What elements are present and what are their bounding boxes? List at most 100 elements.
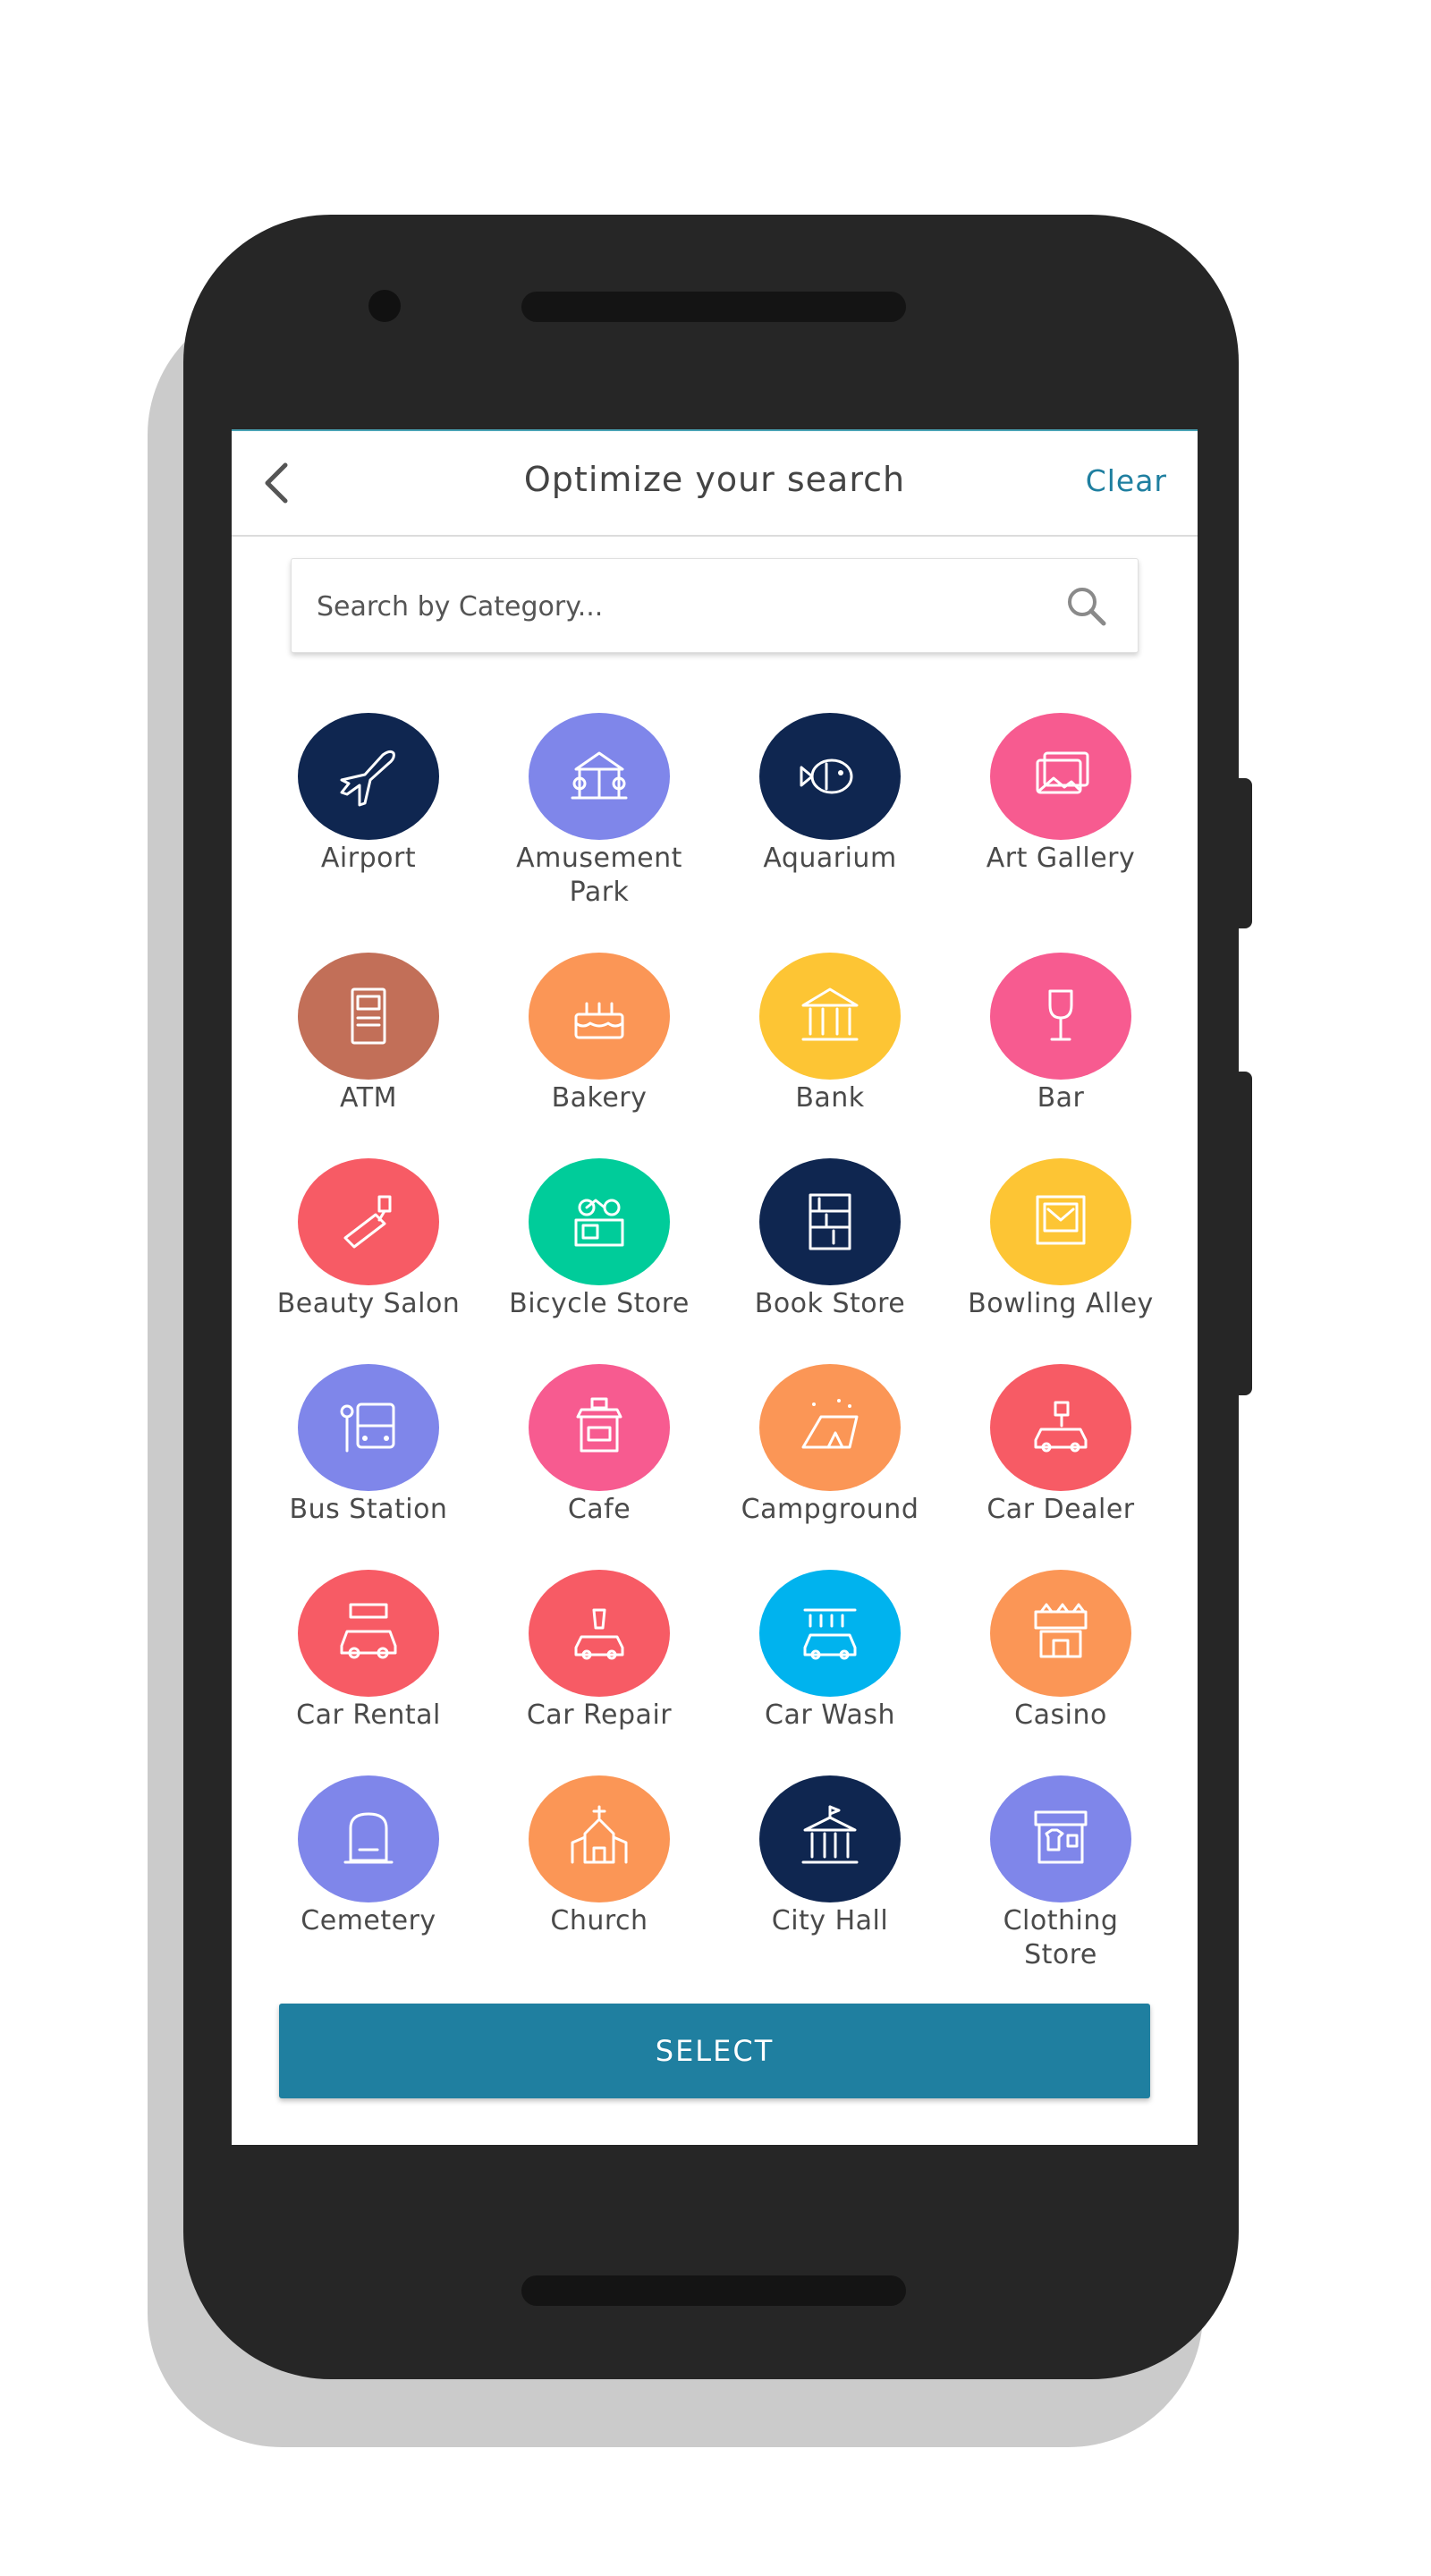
- category-icon-circle: [529, 953, 670, 1080]
- bank-building-icon: [801, 987, 859, 1041]
- category-icon-circle: [990, 713, 1131, 840]
- casino-sign-icon: [1034, 1603, 1088, 1658]
- category-icon-circle: [529, 1158, 670, 1285]
- category-car-rental[interactable]: Car Rental: [253, 1570, 484, 1733]
- category-icon-circle: [529, 1570, 670, 1697]
- category-bowling-alley[interactable]: Bowling Alley: [945, 1158, 1176, 1321]
- category-cafe[interactable]: Cafe: [484, 1364, 715, 1527]
- category-art-gallery[interactable]: Art Gallery: [945, 713, 1176, 876]
- airplane-icon: [340, 750, 395, 807]
- bookshelf-icon: [809, 1193, 851, 1250]
- bicycle-shop-icon: [574, 1199, 624, 1247]
- bowling-lane-icon: [1036, 1195, 1086, 1245]
- bottom-speaker: [521, 2275, 906, 2306]
- category-bus-station[interactable]: Bus Station: [253, 1364, 484, 1527]
- category-icon-circle: [759, 1364, 901, 1491]
- category-label: Church: [550, 1905, 648, 1936]
- select-button[interactable]: SELECT: [279, 2004, 1150, 2098]
- category-car-dealer[interactable]: Car Dealer: [945, 1364, 1176, 1527]
- category-search: [291, 558, 1139, 654]
- atm-machine-icon: [351, 987, 386, 1045]
- bus-stop-icon: [340, 1402, 395, 1453]
- search-icon[interactable]: [1064, 584, 1109, 629]
- clear-button[interactable]: Clear: [1086, 463, 1167, 498]
- category-label: Aquarium: [763, 843, 897, 874]
- category-label: Casino: [1014, 1699, 1107, 1731]
- category-icon-circle: [990, 1775, 1131, 1902]
- search-input[interactable]: [315, 559, 1052, 654]
- category-icon-circle: [529, 1364, 670, 1491]
- category-bar[interactable]: Bar: [945, 953, 1176, 1115]
- category-car-repair[interactable]: Car Repair: [484, 1570, 715, 1733]
- rent-car-icon: [340, 1603, 397, 1659]
- car-repair-icon: [574, 1608, 624, 1660]
- cake-icon: [574, 1002, 624, 1039]
- category-label: Campground: [741, 1494, 919, 1525]
- nail-polish-icon: [343, 1195, 392, 1249]
- category-label: Airport: [320, 843, 417, 874]
- wine-glass-icon: [1048, 989, 1073, 1041]
- category-label: Bakery: [551, 1082, 648, 1114]
- category-icon-circle: [529, 1775, 670, 1902]
- category-label: Bicycle Store: [509, 1288, 690, 1319]
- category-icon-circle: [759, 1158, 901, 1285]
- category-atm[interactable]: ATM: [253, 953, 484, 1115]
- top-bar: Optimize your search Clear: [232, 431, 1198, 537]
- category-icon-circle: [298, 1364, 439, 1491]
- category-amusement-park[interactable]: Amusement Park: [484, 713, 715, 910]
- category-icon-circle: [990, 953, 1131, 1080]
- category-label: Amusement Park: [516, 843, 682, 908]
- category-book-store[interactable]: Book Store: [715, 1158, 945, 1321]
- category-label: Bus Station: [289, 1494, 448, 1525]
- car-price-icon: [1034, 1401, 1088, 1453]
- front-camera: [368, 290, 401, 322]
- category-bank[interactable]: Bank: [715, 953, 945, 1115]
- category-city-hall[interactable]: City Hall: [715, 1775, 945, 1938]
- category-campground[interactable]: Campground: [715, 1364, 945, 1527]
- category-label: Car Dealer: [986, 1494, 1135, 1525]
- category-icon-circle: [298, 1775, 439, 1902]
- clothing-store-icon: [1034, 1810, 1088, 1864]
- category-icon-circle: [759, 1775, 901, 1902]
- category-icon-circle: [298, 953, 439, 1080]
- category-airport[interactable]: Airport: [253, 713, 484, 876]
- category-church[interactable]: Church: [484, 1775, 715, 1938]
- category-icon-circle: [529, 713, 670, 840]
- page-title: Optimize your search: [523, 460, 906, 499]
- city-hall-icon: [801, 1805, 859, 1864]
- category-icon-circle: [990, 1158, 1131, 1285]
- category-bicycle-store[interactable]: Bicycle Store: [484, 1158, 715, 1321]
- category-icon-circle: [298, 1570, 439, 1697]
- category-icon-circle: [759, 1570, 901, 1697]
- category-bakery[interactable]: Bakery: [484, 953, 715, 1115]
- category-label: Car Repair: [526, 1699, 673, 1731]
- category-label: Bank: [795, 1082, 865, 1114]
- carousel-icon: [571, 751, 628, 800]
- category-label: Bowling Alley: [968, 1288, 1154, 1319]
- category-beauty-salon[interactable]: Beauty Salon: [253, 1158, 484, 1321]
- category-icon-circle: [759, 953, 901, 1080]
- power-button: [1236, 1072, 1252, 1395]
- category-icon-circle: [990, 1570, 1131, 1697]
- app-screen: Optimize your search Clear Airport Amusem…: [232, 429, 1198, 2145]
- tombstone-icon: [343, 1812, 394, 1864]
- top-speaker: [521, 292, 906, 322]
- category-cemetery[interactable]: Cemetery: [253, 1775, 484, 1938]
- pictures-icon: [1036, 751, 1089, 794]
- category-casino[interactable]: Casino: [945, 1570, 1176, 1733]
- category-label: Cemetery: [301, 1905, 436, 1936]
- category-aquarium[interactable]: Aquarium: [715, 713, 945, 876]
- category-icon-circle: [990, 1364, 1131, 1491]
- category-label: Car Rental: [296, 1699, 441, 1731]
- category-clothing-store[interactable]: Clothing Store: [945, 1775, 1176, 1972]
- category-car-wash[interactable]: Car Wash: [715, 1570, 945, 1733]
- category-label: Beauty Salon: [276, 1288, 461, 1319]
- category-label: Bar: [1037, 1082, 1085, 1114]
- category-icon-circle: [759, 713, 901, 840]
- category-label: Cafe: [567, 1494, 631, 1525]
- fish-icon: [800, 758, 853, 794]
- category-label: Clothing Store: [1003, 1905, 1119, 1970]
- category-icon-circle: [298, 1158, 439, 1285]
- category-label: Art Gallery: [986, 843, 1136, 874]
- category-label: ATM: [340, 1082, 397, 1114]
